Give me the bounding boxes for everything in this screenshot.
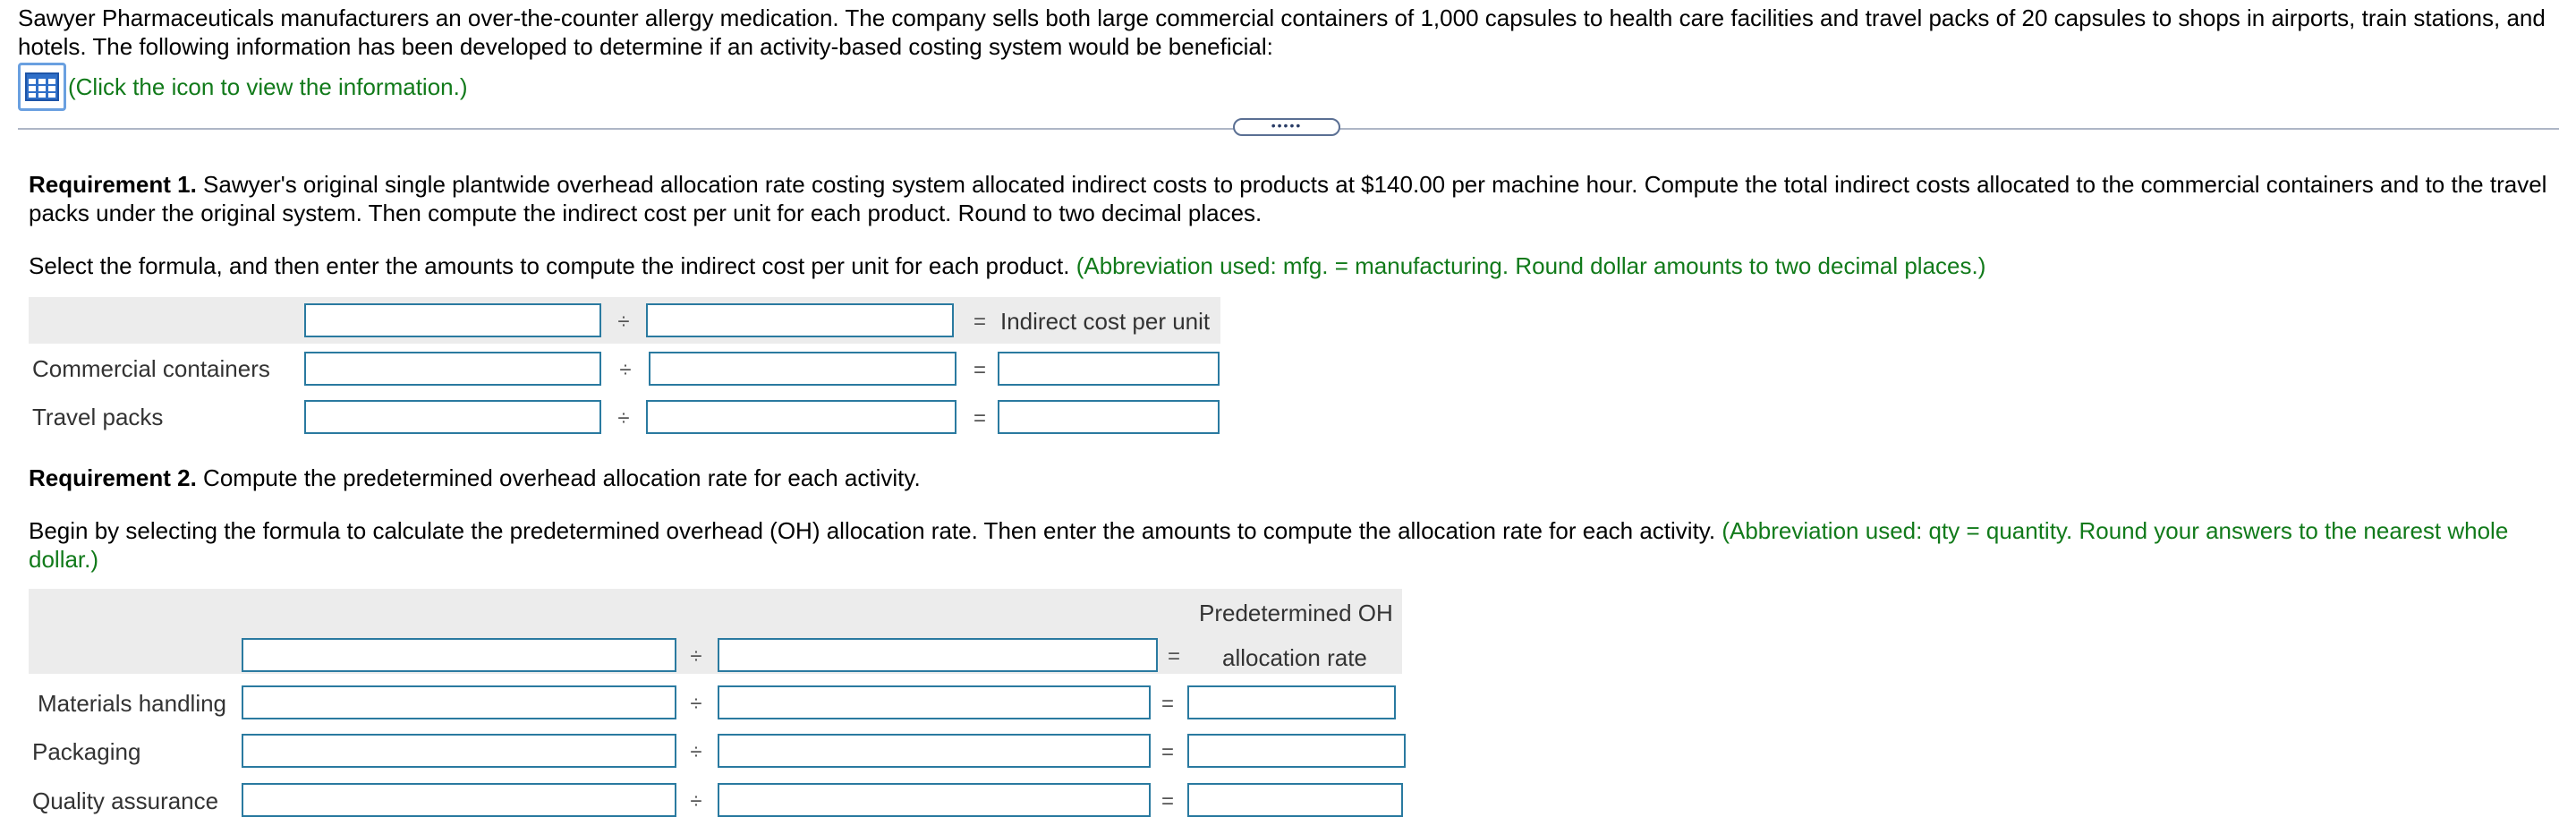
result-column-header: Indirect cost per unit bbox=[1000, 308, 1211, 335]
expand-handle[interactable]: ••••• bbox=[1233, 118, 1340, 136]
requirement-2-body: Compute the predetermined overhead alloc… bbox=[196, 464, 921, 491]
row-label-travel-packs: Travel packs bbox=[32, 404, 164, 430]
equals-sign: = bbox=[1160, 740, 1174, 764]
quality-assurance-driver-input[interactable] bbox=[718, 783, 1151, 817]
divide-sign: ÷ bbox=[617, 310, 630, 334]
requirement-1-instruction-text: Select the formula, and then enter the a… bbox=[29, 252, 1076, 279]
row-label-packaging: Packaging bbox=[32, 738, 141, 765]
result-header-line1: Predetermined OH bbox=[1199, 600, 1393, 626]
divide-sign: ÷ bbox=[690, 644, 702, 668]
packaging-driver-input[interactable] bbox=[718, 734, 1151, 768]
travel-units-input[interactable] bbox=[646, 400, 956, 434]
commercial-units-input[interactable] bbox=[649, 352, 956, 386]
result-header-line2: allocation rate bbox=[1222, 644, 1367, 671]
commercial-indirect-costs-input[interactable] bbox=[304, 352, 601, 386]
materials-handling-driver-input[interactable] bbox=[718, 685, 1151, 719]
formula-numerator-select[interactable] bbox=[304, 303, 601, 337]
requirement-1-heading: Requirement 1. bbox=[29, 171, 197, 198]
divide-sign: ÷ bbox=[619, 358, 632, 382]
packaging-costs-input[interactable] bbox=[242, 734, 676, 768]
travel-cost-per-unit-input[interactable] bbox=[998, 400, 1220, 434]
divide-sign: ÷ bbox=[690, 692, 702, 716]
materials-handling-costs-input[interactable] bbox=[242, 685, 676, 719]
divide-sign: ÷ bbox=[617, 406, 630, 430]
problem-intro: Sawyer Pharmaceuticals manufacturers an … bbox=[18, 4, 2559, 61]
travel-indirect-costs-input[interactable] bbox=[304, 400, 601, 434]
row-label-materials-handling: Materials handling bbox=[38, 690, 227, 717]
commercial-cost-per-unit-input[interactable] bbox=[998, 352, 1220, 386]
quality-assurance-rate-input[interactable] bbox=[1187, 783, 1403, 817]
row-label-quality-assurance: Quality assurance bbox=[32, 787, 219, 814]
formula-numerator-select[interactable] bbox=[242, 638, 676, 672]
requirement-2-heading: Requirement 2. bbox=[29, 464, 197, 491]
requirement-1-hint: (Abbreviation used: mfg. = manufacturing… bbox=[1075, 252, 1986, 279]
indirect-cost-table: ÷ = Indirect cost per unit Commercial co… bbox=[29, 297, 1220, 447]
intro-text: Sawyer Pharmaceuticals manufacturers an … bbox=[18, 4, 2546, 60]
oh-rate-table: Predetermined OH ÷ = allocation rate Mat… bbox=[29, 589, 1407, 820]
requirement-1-text: Requirement 1. Sawyer's original single … bbox=[29, 170, 2561, 227]
equals-sign: = bbox=[1160, 789, 1174, 813]
table-header-band bbox=[29, 589, 1402, 674]
requirement-2-instruction: Begin by selecting the formula to calcul… bbox=[29, 516, 2561, 574]
info-link-text[interactable]: (Click the icon to view the information.… bbox=[68, 73, 468, 101]
equals-sign: = bbox=[973, 358, 986, 382]
packaging-rate-input[interactable] bbox=[1187, 734, 1406, 768]
materials-handling-rate-input[interactable] bbox=[1187, 685, 1396, 719]
equals-sign: = bbox=[1160, 692, 1174, 716]
equals-sign: = bbox=[973, 406, 986, 430]
requirement-1-instruction: Select the formula, and then enter the a… bbox=[29, 251, 2561, 280]
equals-sign: = bbox=[1167, 644, 1180, 668]
info-link-row: (Click the icon to view the information.… bbox=[18, 63, 468, 111]
formula-denominator-select[interactable] bbox=[718, 638, 1158, 672]
requirement-2-instruction-text: Begin by selecting the formula to calcul… bbox=[29, 517, 1722, 544]
data-table-icon[interactable] bbox=[18, 63, 66, 111]
divide-sign: ÷ bbox=[690, 740, 702, 764]
row-label-commercial-containers: Commercial containers bbox=[32, 355, 270, 382]
quality-assurance-costs-input[interactable] bbox=[242, 783, 676, 817]
divide-sign: ÷ bbox=[690, 789, 702, 813]
requirement-2-text: Requirement 2. Compute the predetermined… bbox=[29, 464, 2561, 492]
formula-denominator-select[interactable] bbox=[646, 303, 954, 337]
requirement-1-body: Sawyer's original single plantwide overh… bbox=[29, 171, 2547, 226]
equals-sign: = bbox=[973, 310, 986, 334]
